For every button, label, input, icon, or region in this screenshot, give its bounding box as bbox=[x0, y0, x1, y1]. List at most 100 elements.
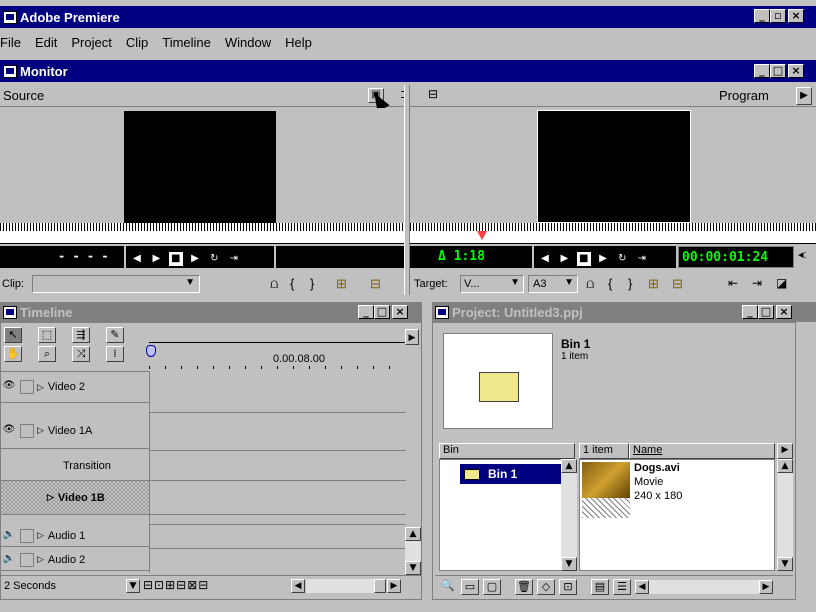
scroll-down-icon[interactable]: ▼ bbox=[405, 561, 421, 575]
scroll-up-icon[interactable]: ▲ bbox=[405, 527, 421, 541]
program-lift-icon[interactable]: ⊞ bbox=[648, 276, 659, 292]
project-scroll-left-icon[interactable]: ◀ bbox=[635, 580, 649, 594]
range-select-tool-icon[interactable]: ⬚ bbox=[38, 327, 56, 343]
razor-tool-icon[interactable]: ✎ bbox=[106, 327, 124, 343]
source-play-icon[interactable]: ▶ bbox=[188, 252, 203, 266]
bin-list-item[interactable]: Bin 1 bbox=[460, 464, 564, 484]
track-audio-1[interactable]: 🔈 ▷ Audio 1 bbox=[1, 525, 149, 547]
menu-project[interactable]: Project bbox=[64, 35, 118, 50]
timeline-tracks-area[interactable] bbox=[149, 371, 406, 573]
program-next-edit-icon[interactable]: ⇥ bbox=[752, 276, 762, 290]
trim-view-icon[interactable]: ⊟ bbox=[428, 87, 438, 101]
track-speaker-icon[interactable]: 🔈 bbox=[1, 553, 17, 567]
source-overlay-icon[interactable]: ⊟ bbox=[370, 276, 381, 292]
program-stop-icon[interactable]: ■ bbox=[576, 252, 591, 266]
monitor-maximize-button[interactable]: □ bbox=[770, 64, 786, 78]
track-expand-arrow-icon[interactable]: ▷ bbox=[47, 492, 54, 503]
track-audio-2[interactable]: 🔈 ▷ Audio 2 bbox=[1, 549, 149, 571]
track-expand-arrow-icon[interactable]: ▷ bbox=[37, 425, 44, 436]
restore-button[interactable]: ▫ bbox=[770, 9, 786, 23]
thumbnail-view-icon[interactable]: ⊡ bbox=[559, 579, 577, 595]
list-view-icon[interactable]: ☰ bbox=[613, 579, 631, 595]
track-select-tool-icon[interactable]: ⇶ bbox=[72, 327, 90, 343]
source-step-forward-icon[interactable]: ▶ bbox=[149, 252, 164, 266]
program-extract-icon[interactable]: ⊟ bbox=[672, 276, 683, 292]
timeline-edit-line-icon[interactable] bbox=[146, 345, 156, 357]
source-insert-icon[interactable]: ⊞ bbox=[336, 276, 347, 292]
source-play-inout-icon[interactable]: ⇥ bbox=[226, 252, 241, 266]
track-lock-box[interactable] bbox=[20, 380, 34, 394]
monitor-close-button[interactable]: × bbox=[788, 64, 804, 78]
source-out-point-icon[interactable]: } bbox=[310, 276, 314, 291]
program-playhead-icon[interactable] bbox=[477, 231, 487, 240]
close-button[interactable]: × bbox=[788, 9, 804, 23]
source-loop-icon[interactable]: ↻ bbox=[207, 252, 222, 266]
program-menu-arrow-icon[interactable]: ▶ bbox=[796, 87, 812, 105]
track-video-1b[interactable]: ▷ Video 1B bbox=[1, 481, 149, 515]
project-maximize-button[interactable]: □ bbox=[758, 305, 774, 319]
program-timecode[interactable]: 00:00:01:24 bbox=[678, 246, 794, 268]
track-video-2[interactable]: 👁 ▷ Video 2 bbox=[1, 371, 149, 403]
project-horizontal-scrollbar[interactable] bbox=[649, 580, 759, 594]
track-visibility-eye-icon[interactable]: 👁 bbox=[1, 424, 17, 438]
scroll-up-icon[interactable]: ▲ bbox=[561, 459, 577, 473]
bin-column-header[interactable]: Bin bbox=[439, 443, 575, 459]
menu-window[interactable]: Window bbox=[218, 35, 278, 50]
find-icon[interactable]: 🔍 bbox=[439, 579, 457, 595]
program-step-back-icon[interactable]: ◀ bbox=[538, 252, 552, 266]
menu-help[interactable]: Help bbox=[278, 35, 319, 50]
in-out-tool-icon[interactable]: ⁞ bbox=[106, 346, 124, 362]
source-stop-icon[interactable]: ■ bbox=[168, 252, 183, 266]
program-scrub-ruler[interactable] bbox=[410, 223, 816, 231]
source-view[interactable] bbox=[0, 108, 404, 223]
scroll-down-icon[interactable]: ▼ bbox=[561, 557, 577, 571]
clip-thumbnail[interactable] bbox=[582, 462, 630, 498]
timeline-maximize-button[interactable]: □ bbox=[374, 305, 390, 319]
program-step-forward-icon[interactable]: ▶ bbox=[557, 252, 572, 266]
program-in-point-icon[interactable]: { bbox=[608, 276, 612, 291]
hand-tool-icon[interactable]: ✋ bbox=[4, 346, 22, 362]
program-play-icon[interactable]: ▶ bbox=[596, 252, 611, 266]
menu-file[interactable]: File bbox=[0, 35, 28, 50]
timeline-scroll-left-icon[interactable]: ◀ bbox=[291, 579, 305, 593]
timeline-horizontal-scrollbar[interactable] bbox=[306, 579, 386, 593]
new-bin-icon[interactable]: ▭ bbox=[461, 579, 479, 595]
zoom-tool-icon[interactable]: ⌕ bbox=[38, 346, 56, 362]
source-scrub-ruler[interactable] bbox=[0, 223, 404, 231]
track-expand-arrow-icon[interactable]: ▷ bbox=[37, 382, 44, 393]
premiere-app-icon[interactable] bbox=[3, 10, 17, 24]
track-visibility-eye-icon[interactable]: 👁 bbox=[1, 380, 17, 394]
monitor-title-bar[interactable]: Monitor bbox=[0, 60, 816, 82]
source-step-back-icon[interactable]: ◀ bbox=[130, 252, 144, 266]
timeline-work-area-bar[interactable] bbox=[149, 329, 405, 343]
program-prev-edit-icon[interactable]: ⇤ bbox=[728, 276, 738, 290]
selection-tool-icon[interactable]: ↖ bbox=[4, 327, 22, 343]
source-timecode[interactable]: - - - - bbox=[0, 246, 124, 268]
program-out-point-icon[interactable]: } bbox=[628, 276, 632, 291]
program-volume-icon[interactable]: ◂: bbox=[798, 248, 807, 261]
program-edit-icon[interactable]: ◪ bbox=[776, 276, 787, 290]
timeline-menu-arrow-icon[interactable]: ▶ bbox=[405, 329, 419, 345]
track-expand-arrow-icon[interactable]: ▷ bbox=[37, 554, 44, 565]
program-play-inout-icon[interactable]: ⇥ bbox=[634, 252, 649, 266]
cross-fade-tool-icon[interactable]: ⤨ bbox=[72, 346, 90, 362]
timeline-minimize-button[interactable]: _ bbox=[358, 305, 374, 319]
new-item-icon[interactable]: ▢ bbox=[483, 579, 501, 595]
bin-list-scrollbar[interactable]: ▲ ▼ bbox=[561, 459, 577, 571]
track-lock-box[interactable] bbox=[20, 552, 34, 567]
project-menu-arrow-icon[interactable]: ▶ bbox=[777, 443, 793, 459]
target-video-dropdown[interactable]: V... ▼ bbox=[460, 275, 524, 293]
scroll-up-icon[interactable]: ▲ bbox=[777, 459, 793, 473]
timeline-close-button[interactable]: × bbox=[392, 305, 408, 319]
track-expand-arrow-icon[interactable]: ▷ bbox=[37, 530, 44, 541]
target-audio-dropdown[interactable]: A3 ▼ bbox=[528, 275, 578, 293]
menu-edit[interactable]: Edit bbox=[28, 35, 64, 50]
monitor-minimize-button[interactable]: _ bbox=[754, 64, 770, 78]
name-column-header[interactable]: Name bbox=[629, 443, 775, 459]
timeline-vertical-scrollbar[interactable]: ▲ ▼ bbox=[405, 527, 421, 575]
timeline-scroll-right-icon[interactable]: ▶ bbox=[387, 579, 401, 593]
clip-dropdown[interactable]: ▼ bbox=[32, 275, 200, 293]
scroll-down-icon[interactable]: ▼ bbox=[777, 557, 793, 571]
count-column-header[interactable]: 1 item bbox=[579, 443, 629, 459]
timeline-scroll-thumb[interactable] bbox=[374, 579, 386, 593]
